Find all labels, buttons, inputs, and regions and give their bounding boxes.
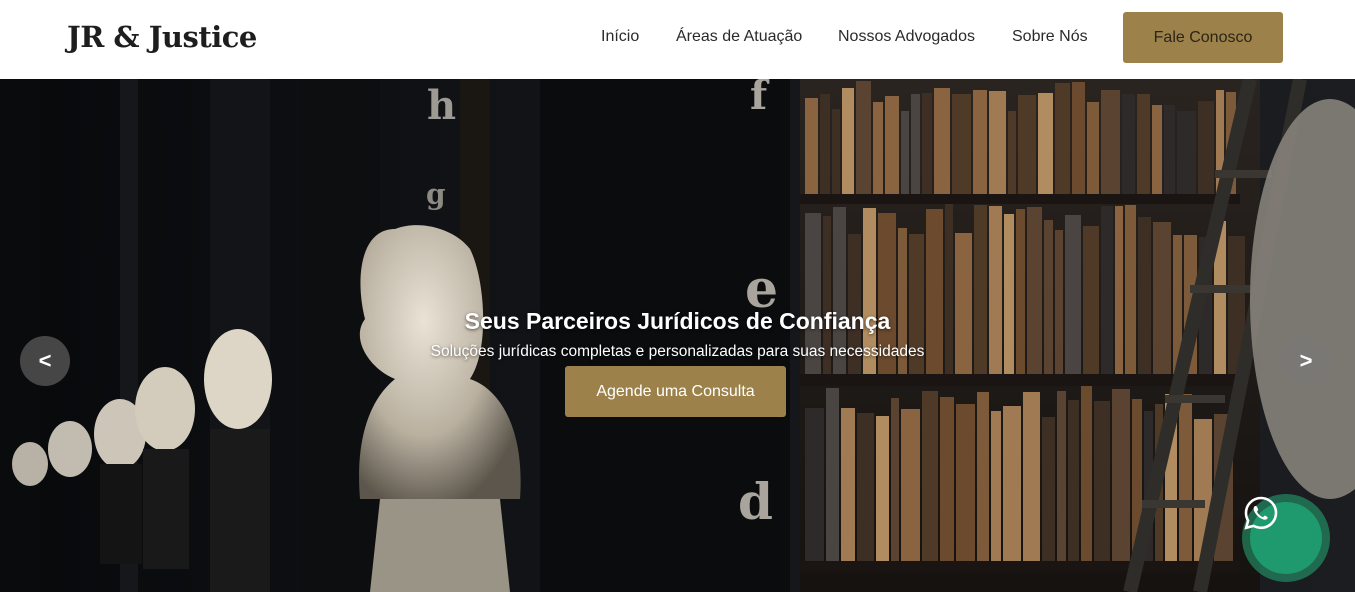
book-spine — [991, 411, 1001, 561]
hero-title: Seus Parceiros Jurídicos de Confiança — [464, 308, 891, 334]
book-spine — [1179, 394, 1192, 561]
book-spine — [952, 94, 971, 194]
book-spine — [1023, 392, 1040, 561]
book-spine — [1164, 105, 1175, 194]
nav-item-sobre[interactable]: Sobre Nós — [1012, 28, 1088, 46]
book-spine — [973, 90, 987, 194]
book-spine — [1003, 406, 1021, 561]
book-spine — [1087, 102, 1099, 194]
book-spine — [1081, 386, 1092, 561]
book-spine — [885, 96, 899, 194]
svg-text:h: h — [427, 82, 456, 129]
book-spine — [1042, 417, 1055, 561]
book-spine — [1057, 391, 1066, 561]
book-spine — [826, 388, 839, 561]
book-spine — [856, 81, 871, 194]
book-spine — [989, 91, 1006, 194]
svg-text:f: f — [750, 79, 770, 119]
contact-button[interactable]: Fale Conosco — [1123, 12, 1283, 63]
book-spine — [940, 397, 954, 561]
book-spine — [805, 98, 818, 194]
book-spine — [1094, 401, 1110, 561]
book-spine — [1177, 111, 1196, 194]
book-spine — [857, 413, 874, 561]
book-spine — [1018, 95, 1036, 194]
book-spine — [922, 391, 938, 561]
schedule-consultation-button[interactable]: Agende uma Consulta — [565, 366, 786, 417]
book-spine — [1008, 111, 1016, 194]
book-spine — [1055, 83, 1070, 194]
hero-subtitle: Soluções jurídicas completas e personali… — [430, 343, 925, 360]
book-spine — [841, 408, 855, 561]
hero-carousel: h g f e d Seus Parceiros Jurídicos de Co… — [0, 79, 1355, 592]
book-spine — [977, 392, 989, 561]
book-spine — [1072, 82, 1085, 194]
svg-text:g: g — [426, 178, 446, 211]
book-spine — [1137, 94, 1150, 194]
book-spine — [1112, 389, 1130, 561]
book-spine — [934, 88, 950, 194]
whatsapp-badge — [1244, 496, 1322, 574]
nav-item-areas[interactable]: Áreas de Atuação — [676, 28, 802, 46]
book-spine — [1068, 400, 1079, 561]
book-spine — [873, 102, 883, 194]
hero-background-image: h g f e d — [0, 79, 1355, 592]
book-spine — [820, 94, 830, 194]
book-spine — [901, 111, 909, 194]
book-spine — [891, 398, 899, 561]
book-spine — [1101, 90, 1120, 194]
carousel-prev-button[interactable]: < — [20, 336, 70, 386]
book-spine — [922, 93, 932, 194]
svg-text:d: d — [738, 472, 773, 531]
whatsapp-icon — [1244, 496, 1278, 530]
book-spine — [1152, 105, 1162, 194]
nav-item-advogados[interactable]: Nossos Advogados — [838, 28, 975, 46]
book-spine — [956, 404, 975, 561]
carousel-next-button[interactable]: > — [1281, 336, 1331, 386]
nav-item-inicio[interactable]: Início — [601, 28, 639, 46]
book-spine — [1122, 94, 1135, 194]
book-spine — [832, 109, 840, 194]
book-spine — [911, 94, 920, 194]
book-spine — [876, 416, 889, 561]
site-header: JR & Justice Início Áreas de Atuação Nos… — [0, 0, 1355, 79]
whatsapp-button[interactable] — [1242, 494, 1330, 582]
book-spine — [842, 88, 854, 194]
book-spine — [901, 409, 920, 561]
book-spine — [805, 408, 824, 561]
book-spine — [1198, 101, 1214, 194]
book-spine — [1038, 93, 1053, 194]
